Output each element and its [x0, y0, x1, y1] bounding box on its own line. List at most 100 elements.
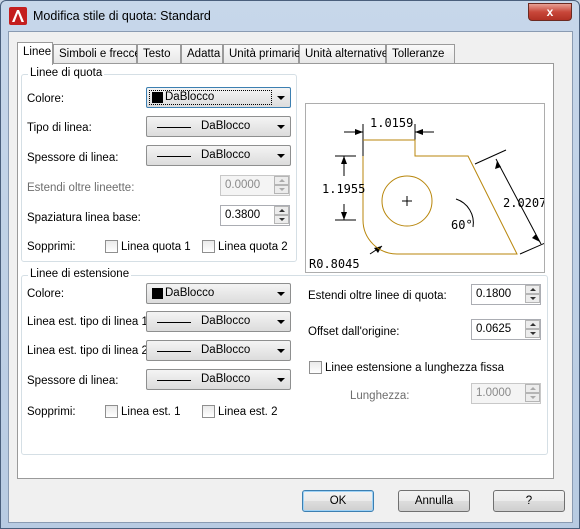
dim-lineweight-value: DaBlocco	[201, 149, 251, 161]
spin-down-button[interactable]	[525, 294, 540, 303]
spin-down-button[interactable]	[274, 185, 289, 194]
ok-button[interactable]: OK	[302, 490, 374, 512]
fixed-length-checkbox[interactable]	[309, 361, 322, 374]
fixed-length-label[interactable]: Linee estensione a lunghezza fissa	[325, 362, 504, 374]
preview-dim-right: 2.0207	[503, 196, 544, 210]
extend-ticks-value: 0.0000	[225, 179, 261, 191]
color-swatch	[152, 92, 163, 103]
spin-up-button[interactable]	[525, 285, 540, 294]
color-swatch	[152, 288, 163, 299]
extend-beyond-spinner[interactable]: 0.1800	[471, 284, 541, 305]
suppress-ext-line-2-checkbox[interactable]	[202, 405, 215, 418]
ext-color-select[interactable]: DaBlocco	[146, 283, 291, 304]
autocad-logo-icon	[9, 7, 27, 25]
suppress-dim-line-2-label[interactable]: Linea quota 2	[218, 241, 288, 253]
baseline-spacing-value: 0.3800	[225, 209, 261, 221]
chevron-down-icon	[277, 378, 285, 382]
group-dim-lines-title: Linee di quota	[28, 67, 105, 79]
dim-lineweight-select[interactable]: DaBlocco	[146, 145, 291, 166]
tab-unita-primarie[interactable]: Unità primarie	[223, 44, 301, 64]
ext-linetype2-value: DaBlocco	[201, 344, 251, 356]
chevron-down-icon	[277, 320, 285, 324]
ext-lineweight-select[interactable]: DaBlocco	[146, 369, 291, 390]
line-sample	[157, 351, 191, 352]
tab-adatta[interactable]: Adatta	[181, 44, 223, 64]
preview-dim-left: 1.1955	[322, 182, 365, 196]
baseline-spacing-label: Spaziatura linea base:	[27, 212, 141, 224]
ext-linetype1-label: Linea est. tipo di linea 1:	[27, 316, 152, 328]
suppress-dim-line-1-checkbox[interactable]	[105, 240, 118, 253]
cancel-button[interactable]: Annulla	[398, 490, 470, 512]
spin-up-button[interactable]	[525, 320, 540, 329]
line-sample	[157, 380, 191, 381]
help-button[interactable]: ?	[493, 490, 565, 512]
preview-radius: R0.8045	[309, 257, 360, 271]
dim-color-value: DaBlocco	[165, 91, 215, 103]
line-sample	[157, 156, 191, 157]
dim-linetype-select[interactable]: DaBlocco	[146, 116, 291, 137]
preview-angle: 60°	[451, 218, 473, 232]
offset-origin-spinner[interactable]: 0.0625	[471, 319, 541, 340]
ext-color-value: DaBlocco	[165, 287, 215, 299]
ext-linetype1-select[interactable]: DaBlocco	[146, 311, 291, 332]
tab-linee[interactable]: Linee	[17, 42, 53, 65]
ext-linetype1-value: DaBlocco	[201, 315, 251, 327]
window-title: Modifica stile di quota: Standard	[33, 9, 211, 23]
group-ext-lines-title: Linee di estensione	[28, 268, 132, 280]
style-preview: 1.0159 1.1955 2.0207 60° R0.8045	[305, 103, 553, 273]
group-ext-lines: Linee di estensione Colore: DaBlocco Lin…	[21, 268, 548, 455]
spin-down-button[interactable]	[525, 329, 540, 338]
extend-beyond-label: Estendi oltre linee di quota:	[308, 290, 447, 302]
ext-color-label: Colore:	[27, 288, 65, 300]
dialog-window: Modifica stile di quota: Standard x Line…	[0, 0, 580, 529]
suppress-ext-line-2-label[interactable]: Linea est. 2	[218, 406, 277, 418]
tab-testo[interactable]: Testo	[137, 44, 181, 64]
line-sample	[157, 127, 191, 128]
dialog-body: Linee Simboli e frecce Testo Adatta Unit…	[8, 31, 573, 523]
spin-down-button[interactable]	[525, 393, 540, 402]
spin-up-button[interactable]	[525, 384, 540, 393]
title-bar: Modifica stile di quota: Standard x	[1, 1, 579, 31]
suppress-dim-line-2-checkbox[interactable]	[202, 240, 215, 253]
chevron-down-icon	[277, 125, 285, 129]
preview-dim-top: 1.0159	[370, 116, 413, 130]
offset-origin-label: Offset dall'origine:	[308, 326, 400, 338]
spin-up-button[interactable]	[274, 176, 289, 185]
extend-ticks-label: Estendi oltre lineette:	[27, 182, 135, 194]
tab-simboli-frecce[interactable]: Simboli e frecce	[53, 44, 141, 64]
extend-ticks-spinner[interactable]: 0.0000	[220, 175, 290, 196]
tab-tolleranze[interactable]: Tolleranze	[386, 44, 455, 64]
ext-linetype2-select[interactable]: DaBlocco	[146, 340, 291, 361]
ext-lineweight-value: DaBlocco	[201, 373, 251, 385]
ext-suppress-label: Sopprimi:	[27, 406, 76, 418]
length-spinner[interactable]: 1.0000	[471, 383, 541, 404]
dim-lineweight-label: Spessore di linea:	[27, 152, 119, 164]
tab-unita-alternative[interactable]: Unità alternative	[299, 44, 388, 64]
dim-linetype-label: Tipo di linea:	[27, 122, 92, 134]
dim-color-select[interactable]: DaBlocco	[146, 87, 291, 108]
offset-origin-value: 0.0625	[476, 323, 512, 335]
suppress-ext-line-1-label[interactable]: Linea est. 1	[121, 406, 180, 418]
length-label: Lunghezza:	[350, 390, 410, 402]
chevron-down-icon	[277, 349, 285, 353]
dim-suppress-label: Sopprimi:	[27, 241, 76, 253]
chevron-down-icon	[277, 96, 285, 100]
close-button[interactable]: x	[528, 3, 572, 21]
baseline-spacing-spinner[interactable]: 0.3800	[220, 205, 290, 226]
preview-drawing: 1.0159 1.1955 2.0207 60° R0.8045	[309, 116, 553, 271]
line-sample	[157, 322, 191, 323]
dim-color-label: Colore:	[27, 93, 65, 105]
chevron-down-icon	[277, 154, 285, 158]
extend-beyond-value: 0.1800	[476, 288, 512, 300]
ext-lineweight-label: Spessore di linea:	[27, 375, 119, 387]
chevron-down-icon	[277, 292, 285, 296]
suppress-ext-line-1-checkbox[interactable]	[105, 405, 118, 418]
suppress-dim-line-1-label[interactable]: Linea quota 1	[121, 241, 191, 253]
length-value: 1.0000	[476, 387, 512, 399]
tab-panel-linee: Linee di quota Colore: DaBlocco Tipo di …	[17, 63, 554, 479]
group-dim-lines: Linee di quota Colore: DaBlocco Tipo di …	[21, 67, 297, 262]
spin-up-button[interactable]	[274, 206, 289, 215]
spin-down-button[interactable]	[274, 215, 289, 224]
ext-linetype2-label: Linea est. tipo di linea 2:	[27, 345, 152, 357]
dim-linetype-value: DaBlocco	[201, 120, 251, 132]
